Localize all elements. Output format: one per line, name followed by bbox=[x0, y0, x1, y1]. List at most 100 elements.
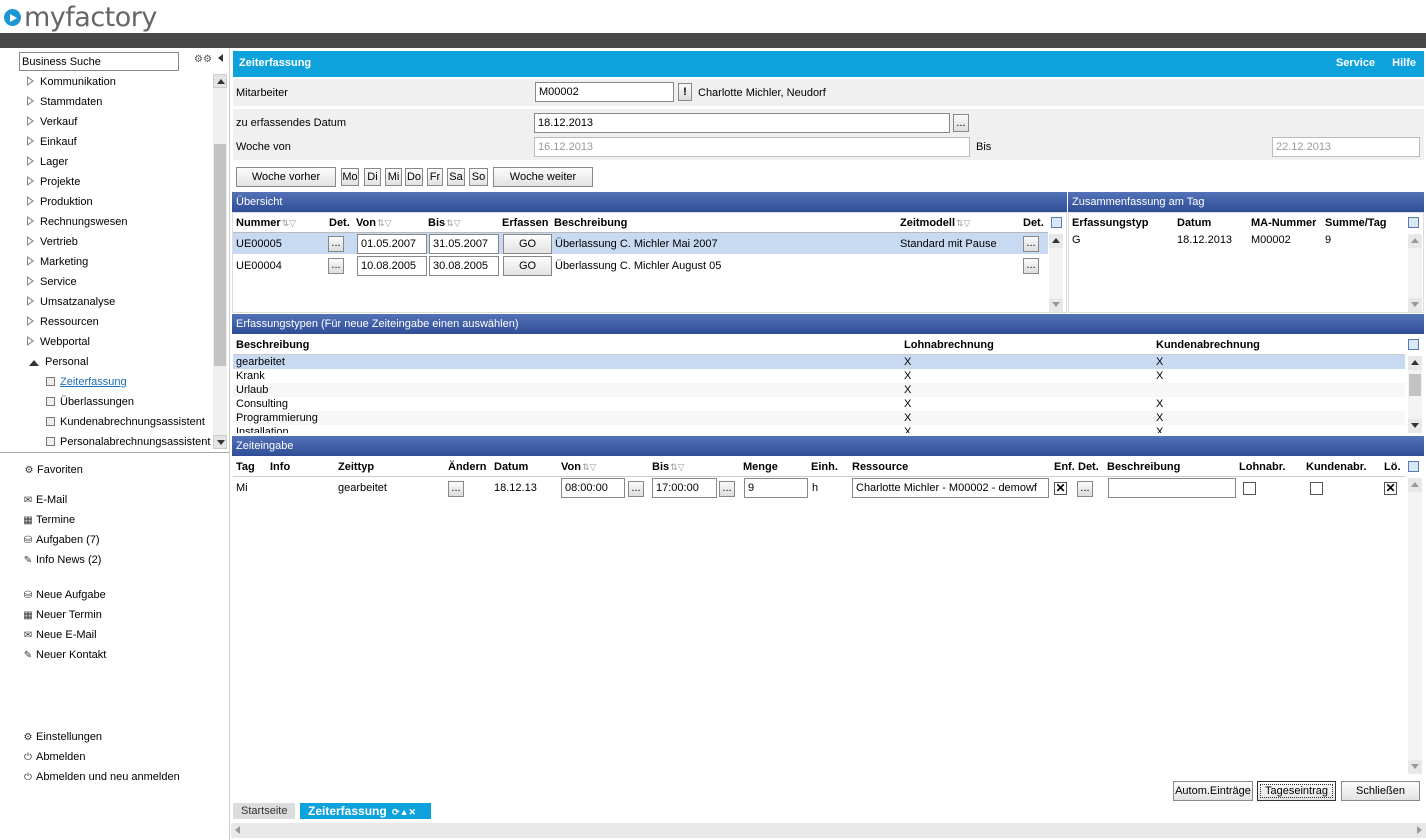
tree-item-verkauf[interactable]: Verkauf bbox=[0, 112, 212, 132]
det-button[interactable]: ... bbox=[1077, 481, 1093, 497]
col-bis[interactable]: Bis⇅▽ bbox=[652, 459, 685, 475]
column-chooser-icon[interactable] bbox=[1051, 217, 1062, 228]
woche-weiter-button[interactable]: Woche weiter bbox=[493, 167, 593, 187]
scroll-up-icon[interactable] bbox=[1408, 234, 1422, 248]
bis-picker-button[interactable]: ... bbox=[719, 481, 735, 497]
day-button-fr[interactable]: Fr bbox=[427, 168, 443, 186]
expand-arrow-icon[interactable] bbox=[27, 156, 34, 166]
expand-arrow-icon[interactable] bbox=[27, 296, 34, 306]
go-button[interactable]: GO bbox=[503, 256, 552, 276]
ressource-input[interactable]: Charlotte Michler - M00002 - demowf bbox=[852, 478, 1049, 498]
expand-arrow-icon[interactable] bbox=[27, 256, 34, 266]
scroll-up-icon[interactable] bbox=[213, 74, 227, 88]
tree-item-stammdaten[interactable]: Stammdaten bbox=[0, 92, 212, 112]
col-von[interactable]: Von⇅▽ bbox=[561, 459, 596, 475]
day-button-mo[interactable]: Mo bbox=[341, 168, 359, 186]
tree-item-projekte[interactable]: Projekte bbox=[0, 172, 212, 192]
link-einstellungen[interactable]: ⚙ Einstellungen bbox=[22, 729, 103, 745]
link-favoriten[interactable]: ⚙ Favoriten bbox=[23, 462, 83, 478]
zusammenfassung-scrollbar[interactable] bbox=[1408, 234, 1422, 312]
woche-vorher-button[interactable]: Woche vorher bbox=[236, 167, 336, 187]
mitarbeiter-input[interactable]: M00002 bbox=[535, 82, 674, 102]
bis-input[interactable]: 31.05.2007 bbox=[429, 234, 499, 254]
scroll-thumb[interactable] bbox=[214, 144, 226, 366]
expand-arrow-icon[interactable] bbox=[27, 216, 34, 226]
col-bis[interactable]: Bis⇅▽ bbox=[428, 215, 461, 231]
refresh-icon[interactable]: ⟳ bbox=[392, 807, 400, 817]
expand-arrow-icon[interactable] bbox=[27, 96, 34, 106]
von-input[interactable]: 10.08.2005 bbox=[357, 256, 427, 276]
col-von[interactable]: Von⇅▽ bbox=[356, 215, 391, 231]
column-chooser-icon[interactable] bbox=[1408, 217, 1419, 228]
tree-item-einkauf[interactable]: Einkauf bbox=[0, 132, 212, 152]
close-icon[interactable]: ✕ bbox=[409, 807, 417, 817]
tab-startseite[interactable]: Startseite bbox=[233, 803, 296, 819]
link-aufgaben[interactable]: ⛁ Aufgaben (7) bbox=[22, 532, 100, 548]
collapse-sidebar-icon[interactable] bbox=[218, 54, 223, 62]
link-abmelden[interactable]: ⏻ Abmelden bbox=[22, 749, 86, 765]
scroll-down-icon[interactable] bbox=[1408, 298, 1422, 312]
day-button-sa[interactable]: Sa bbox=[447, 168, 465, 186]
tree-item-ueberlassungen[interactable]: Überlassungen bbox=[0, 392, 212, 412]
bis-time-input[interactable]: 17:00:00 bbox=[652, 478, 717, 498]
expand-arrow-icon[interactable] bbox=[27, 136, 34, 146]
link-infonews[interactable]: ✎ Info News (2) bbox=[22, 552, 102, 568]
tab-zeiterfassung[interactable]: Zeiterfassung ⟳▲✕ bbox=[300, 803, 431, 819]
expand-arrow-icon[interactable] bbox=[27, 236, 34, 246]
loeschen-checkbox[interactable]: ✕ bbox=[1384, 482, 1397, 495]
scroll-left-icon[interactable] bbox=[235, 826, 240, 834]
beschreibung-input[interactable] bbox=[1108, 478, 1236, 498]
aendern-button[interactable]: ... bbox=[448, 481, 464, 497]
day-button-do[interactable]: Do bbox=[405, 168, 423, 186]
menge-input[interactable]: 9 bbox=[744, 478, 808, 498]
tree-item-lager[interactable]: Lager bbox=[0, 152, 212, 172]
bis-input[interactable]: 30.08.2005 bbox=[429, 256, 499, 276]
expand-arrow-icon[interactable] bbox=[27, 76, 34, 86]
expand-arrow-icon[interactable] bbox=[27, 196, 34, 206]
horizontal-scrollbar[interactable] bbox=[231, 823, 1426, 838]
scroll-down-icon[interactable] bbox=[213, 435, 227, 449]
tree-item-service[interactable]: Service bbox=[0, 272, 212, 292]
erfassungstypen-scrollbar[interactable] bbox=[1408, 356, 1422, 433]
go-button[interactable]: GO bbox=[503, 234, 552, 254]
tree-item-rechnungswesen[interactable]: Rechnungswesen bbox=[0, 212, 212, 232]
scroll-up-icon[interactable] bbox=[1408, 356, 1422, 370]
zeiteingabe-scrollbar[interactable] bbox=[1408, 478, 1422, 774]
tree-item-personal[interactable]: Personal bbox=[0, 352, 212, 372]
schliessen-button[interactable]: Schließen bbox=[1341, 781, 1420, 801]
warning-button[interactable]: ! bbox=[678, 83, 692, 101]
service-link[interactable]: Service bbox=[1336, 57, 1375, 69]
von-input[interactable]: 01.05.2007 bbox=[357, 234, 427, 254]
expand-arrow-icon[interactable] bbox=[27, 176, 34, 186]
link-neue-aufgabe[interactable]: ⛁ Neue Aufgabe bbox=[22, 587, 106, 603]
tree-item-vertrieb[interactable]: Vertrieb bbox=[0, 232, 212, 252]
kundenabr-checkbox[interactable] bbox=[1310, 482, 1323, 495]
det-button[interactable]: ... bbox=[328, 258, 344, 274]
det2-button[interactable]: ... bbox=[1023, 236, 1039, 252]
day-button-di[interactable]: Di bbox=[364, 168, 381, 186]
collapse-arrow-icon[interactable] bbox=[29, 360, 39, 366]
lohnabr-checkbox[interactable] bbox=[1243, 482, 1256, 495]
tree-item-produktion[interactable]: Produktion bbox=[0, 192, 212, 212]
col-nummer[interactable]: Nummer⇅▽ bbox=[236, 215, 296, 231]
gears-icon[interactable]: ⚙⚙ bbox=[194, 54, 212, 65]
scroll-up-icon[interactable] bbox=[1049, 234, 1063, 248]
scroll-right-icon[interactable] bbox=[1417, 826, 1422, 834]
scroll-down-icon[interactable] bbox=[1408, 760, 1422, 774]
business-search-input[interactable] bbox=[19, 52, 179, 71]
tree-item-kommunikation[interactable]: Kommunikation bbox=[0, 72, 212, 92]
uebersicht-scrollbar[interactable] bbox=[1049, 234, 1063, 312]
day-button-so[interactable]: So bbox=[469, 168, 488, 186]
scroll-thumb[interactable] bbox=[1409, 374, 1421, 396]
datum-input[interactable]: 18.12.2013 bbox=[534, 113, 950, 133]
det-button[interactable]: ... bbox=[328, 236, 344, 252]
expand-arrow-icon[interactable] bbox=[27, 336, 34, 346]
tree-item-kundenabrechnungsassistent[interactable]: Kundenabrechnungsassistent bbox=[0, 412, 212, 432]
help-link[interactable]: Hilfe bbox=[1392, 57, 1416, 69]
tree-item-marketing[interactable]: Marketing bbox=[0, 252, 212, 272]
tree-item-umsatzanalyse[interactable]: Umsatzanalyse bbox=[0, 292, 212, 312]
tree-item-ressourcen[interactable]: Ressourcen bbox=[0, 312, 212, 332]
link-abmelden-neu[interactable]: ⏻ Abmelden und neu anmelden bbox=[22, 769, 180, 785]
enf-checkbox[interactable]: ✕ bbox=[1054, 482, 1067, 495]
column-chooser-icon[interactable] bbox=[1408, 339, 1419, 350]
